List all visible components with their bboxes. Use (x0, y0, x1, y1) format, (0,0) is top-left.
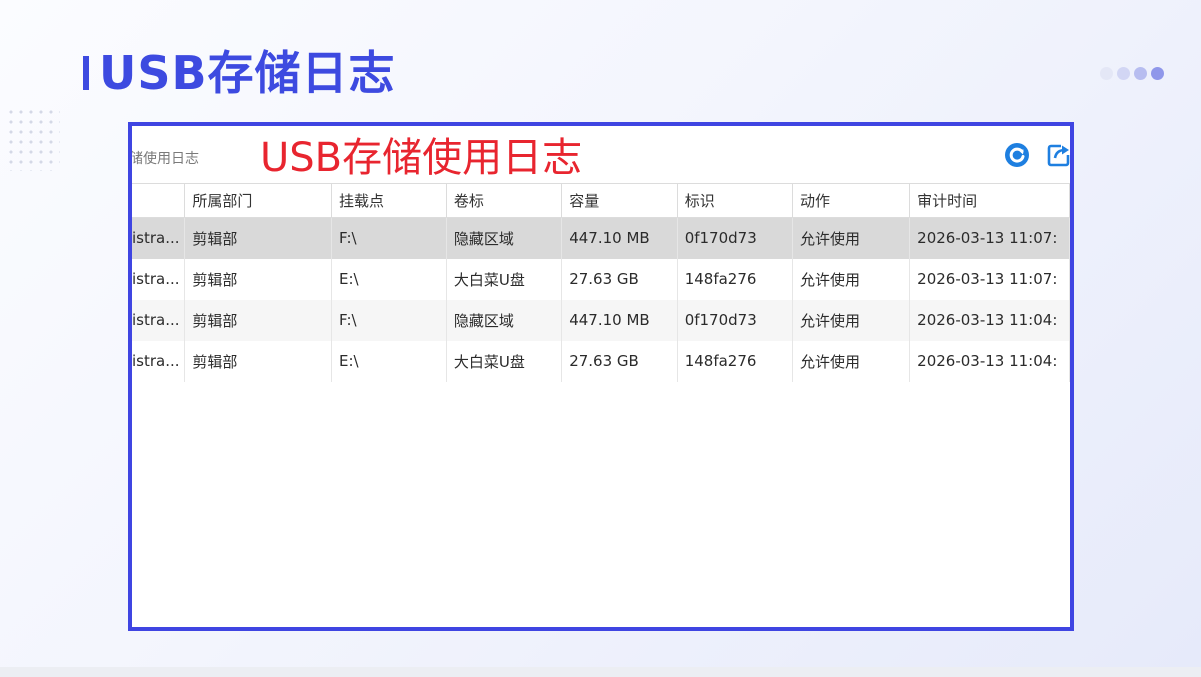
decor-dot (1100, 67, 1113, 80)
column-header-audit-time[interactable]: 审计时间 (909, 183, 1070, 218)
table-cell: 隐藏区域 (446, 299, 563, 341)
usb-log-table: 所属部门 挂载点 卷标 容量 标识 动作 审计时间 istra... 剪辑部 F… (132, 183, 1070, 382)
refresh-icon (1005, 143, 1029, 167)
export-button[interactable] (1046, 142, 1070, 168)
column-header-volume-label[interactable]: 卷标 (446, 183, 563, 218)
table-cell: 允许使用 (792, 299, 911, 341)
table-header-row: 所属部门 挂载点 卷标 容量 标识 动作 审计时间 (132, 183, 1070, 218)
window-title: 储使用日志 (129, 151, 199, 167)
decor-dots (1100, 67, 1164, 80)
table-cell: 剪辑部 (184, 217, 332, 259)
table-cell: 447.10 MB (561, 217, 678, 259)
table-cell: 447.10 MB (561, 299, 678, 341)
table-cell: E:\ (331, 340, 447, 382)
table-cell: 大白菜U盘 (446, 258, 563, 300)
table-cell: F:\ (331, 299, 447, 341)
decor-dot (1134, 67, 1147, 80)
table-cell: istra... (132, 299, 186, 341)
table-cell: 2026-03-13 11:07: (909, 217, 1070, 259)
table-cell: E:\ (331, 258, 447, 300)
table-cell: 148fa276 (677, 258, 794, 300)
table-cell: 27.63 GB (561, 340, 678, 382)
table-row[interactable]: istra... 剪辑部 F:\ 隐藏区域 447.10 MB 0f170d73… (132, 299, 1070, 341)
column-header-identifier[interactable]: 标识 (677, 183, 794, 218)
export-icon (1047, 144, 1070, 167)
table-cell: 0f170d73 (677, 217, 794, 259)
table-cell: 2026-03-13 11:07: (909, 258, 1070, 300)
table-row[interactable]: istra... 剪辑部 E:\ 大白菜U盘 27.63 GB 148fa276… (132, 340, 1070, 382)
column-header-mount-point[interactable]: 挂载点 (331, 183, 447, 218)
column-header-department[interactable]: 所属部门 (184, 183, 332, 218)
table-cell: 27.63 GB (561, 258, 678, 300)
table-cell: 2026-03-13 11:04: (909, 299, 1070, 341)
table-cell: 0f170d73 (677, 299, 794, 341)
slide-title: USB存储日志 (99, 46, 396, 100)
decor-dot (1117, 67, 1130, 80)
table-cell: 大白菜U盘 (446, 340, 563, 382)
table-cell: istra... (132, 340, 186, 382)
decor-dot-grid (6, 107, 60, 171)
table-cell: 允许使用 (792, 217, 911, 259)
decor-dot (1151, 67, 1164, 80)
column-header[interactable] (132, 183, 186, 218)
table-cell: 剪辑部 (184, 299, 332, 341)
title-accent-bar (83, 56, 89, 90)
table-row[interactable]: istra... 剪辑部 E:\ 大白菜U盘 27.63 GB 148fa276… (132, 258, 1070, 300)
table-cell: F:\ (331, 217, 447, 259)
bottom-strip (0, 667, 1201, 677)
screenshot-frame: 储使用日志 USB存储使用日志 所属部门 挂载点 卷标 容量 标识 动作 审计时… (128, 122, 1074, 631)
annotation-label: USB存储使用日志 (260, 135, 583, 181)
column-header-capacity[interactable]: 容量 (561, 183, 678, 218)
table-row[interactable]: istra... 剪辑部 F:\ 隐藏区域 447.10 MB 0f170d73… (132, 217, 1070, 259)
table-cell: istra... (132, 258, 186, 300)
table-cell: 允许使用 (792, 340, 911, 382)
table-cell: 剪辑部 (184, 340, 332, 382)
table-cell: 允许使用 (792, 258, 911, 300)
table-cell: 148fa276 (677, 340, 794, 382)
refresh-button[interactable] (1004, 142, 1030, 168)
table-cell: 剪辑部 (184, 258, 332, 300)
table-cell: 隐藏区域 (446, 217, 563, 259)
window-toolbar: 储使用日志 USB存储使用日志 (132, 126, 1070, 183)
column-header-action[interactable]: 动作 (792, 183, 911, 218)
table-cell: istra... (132, 217, 186, 259)
table-cell: 2026-03-13 11:04: (909, 340, 1070, 382)
